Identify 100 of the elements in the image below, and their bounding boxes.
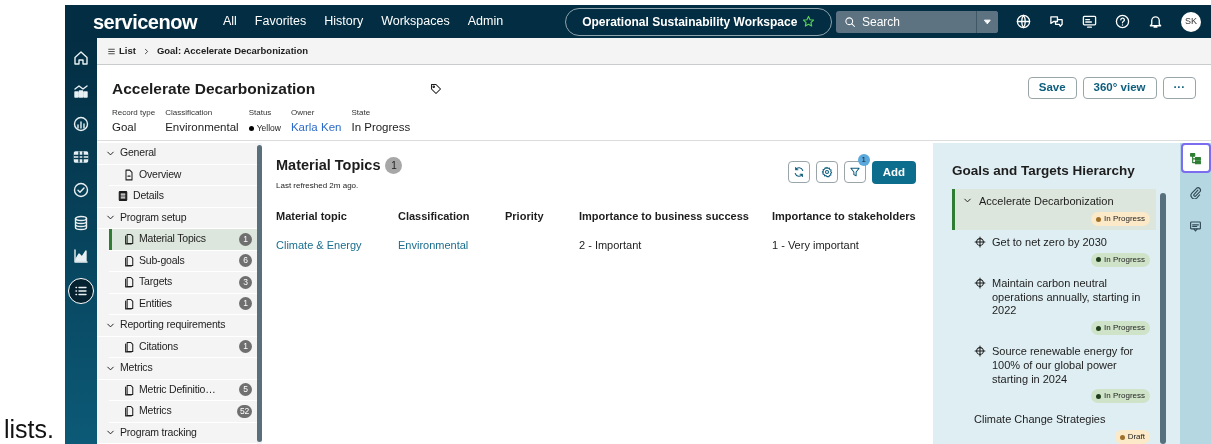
- tree-item[interactable]: Metric Definitio… 5: [109, 379, 257, 401]
- document-text: lists.: [3, 417, 54, 444]
- tree-item[interactable]: Metrics 52: [109, 401, 257, 423]
- tag-icon[interactable]: [430, 82, 443, 95]
- hierarchy-label: Maintain carbon neutral operations annually, starting in 2022: [992, 276, 1142, 318]
- count-badge: 5: [239, 383, 252, 397]
- status-badge: In Progress: [1091, 321, 1150, 335]
- hierarchy-icon: [1189, 151, 1202, 165]
- breadcrumb-link[interactable]: List: [107, 43, 136, 59]
- screen-icon[interactable]: [1082, 14, 1097, 29]
- search-bar[interactable]: Search: [836, 10, 998, 33]
- field-value: Environmental: [165, 120, 239, 136]
- hierarchy-item[interactable]: Get to net zero by 2030 In Progress: [952, 230, 1156, 271]
- count-badge: 1: [239, 340, 252, 354]
- table-cell: 2 - Important: [579, 232, 772, 259]
- hierarchy-label: Source renewable energy for 100% of our global power starting in 2024: [992, 345, 1135, 387]
- chat-icon[interactable]: [1049, 14, 1064, 29]
- status-badge: Draft: [1114, 430, 1150, 444]
- column-header: Importance to stakeholders: [772, 208, 916, 224]
- hierarchy-item[interactable]: Source renewable energy for 100% of our global power starting in 2024 In Progress: [952, 339, 1156, 408]
- rail-button[interactable]: [68, 278, 94, 304]
- home-icon: [73, 50, 89, 66]
- settings-button[interactable]: [815, 161, 838, 184]
- table-link[interactable]: Environmental: [398, 239, 469, 252]
- refresh-icon: [792, 166, 805, 179]
- dropdown-button[interactable]: [976, 10, 998, 33]
- check-circle-icon: [73, 182, 89, 198]
- side-panel-button[interactable]: [1182, 145, 1209, 171]
- hierarchy-item[interactable]: Accelerate Decarbonization In Progress: [952, 189, 1156, 230]
- tree-group[interactable]: Program tracking: [97, 422, 257, 444]
- hierarchy-label: Climate Change Strategies: [974, 413, 1106, 427]
- nav-link[interactable]: Admin: [467, 12, 504, 31]
- target-icon: [974, 236, 986, 248]
- refresh-button[interactable]: [787, 161, 810, 184]
- caret-icon: [982, 16, 993, 27]
- header-button[interactable]: ···: [1162, 77, 1196, 99]
- count-badge: 3: [239, 275, 252, 289]
- filter-button[interactable]: [843, 161, 866, 184]
- gauge-icon: [73, 116, 89, 132]
- count-badge: 1: [385, 157, 403, 175]
- search-input[interactable]: Search: [862, 10, 976, 33]
- nav-link[interactable]: History: [324, 12, 364, 31]
- pages-icon: [123, 383, 135, 396]
- column-header: Classification: [398, 203, 505, 233]
- tree-item[interactable]: Citations 1: [109, 336, 257, 358]
- table-cell-text: 1 - Very important: [772, 238, 860, 254]
- nav-link[interactable]: All: [222, 12, 237, 31]
- target-icon: [974, 276, 986, 289]
- brand-logo[interactable]: servicenow: [93, 6, 197, 37]
- add-button[interactable]: Add: [871, 160, 916, 184]
- count-badge: 1: [239, 297, 252, 311]
- header-button[interactable]: 360° view: [1082, 77, 1157, 99]
- field-label: Record type: [112, 107, 156, 120]
- tree-item[interactable]: Material Topics 1: [109, 229, 257, 251]
- help-icon[interactable]: [1115, 14, 1130, 29]
- document-icon: [117, 190, 129, 203]
- hierarchy-item[interactable]: Maintain carbon neutral operations annually, starting in 2022 In Progress: [952, 270, 1156, 339]
- tree-item[interactable]: Details: [97, 186, 257, 208]
- column-header: Material topic: [276, 203, 398, 233]
- field-value-link[interactable]: Karla Ken: [290, 119, 342, 137]
- tree-item[interactable]: Entities 1: [109, 293, 257, 315]
- hierarchy-item[interactable]: Climate Change Strategies Draft: [952, 407, 1156, 444]
- pages-icon: [123, 340, 135, 353]
- status-badge: In Progress: [1091, 212, 1150, 226]
- tree-item[interactable]: Overview: [109, 164, 257, 186]
- tree-item[interactable]: Sub-goals 6: [109, 250, 257, 272]
- refresh-note: Last refreshed 2m ago.: [276, 179, 360, 192]
- record-title: Accelerate Decarbonization: [112, 79, 316, 99]
- field-label: State: [351, 107, 372, 120]
- count-badge: 6: [239, 254, 252, 268]
- star-icon[interactable]: [802, 15, 816, 28]
- bar-chart-icon: [73, 83, 89, 99]
- tree-item[interactable]: Targets 3: [109, 272, 257, 294]
- status-badge: In Progress: [1091, 252, 1150, 267]
- filter-icon: [848, 166, 861, 179]
- database-icon: [73, 215, 89, 231]
- globe-icon[interactable]: [1016, 14, 1031, 29]
- pages-icon: [123, 254, 135, 267]
- table-link[interactable]: Climate & Energy: [276, 239, 362, 252]
- bell-icon[interactable]: [1148, 14, 1163, 29]
- field-value: Goal: [112, 120, 138, 136]
- comment-icon: [1189, 219, 1202, 233]
- field-label: Status: [248, 107, 273, 120]
- column-header: Importance to business success: [579, 203, 772, 233]
- pages-icon: [123, 297, 135, 310]
- tree-group[interactable]: General: [97, 143, 257, 165]
- nav-link[interactable]: Favorites: [254, 12, 307, 31]
- avatar[interactable]: SK: [1181, 11, 1201, 32]
- status-badge: In Progress: [1091, 389, 1150, 404]
- table-icon: [73, 149, 89, 165]
- count-badge: 52: [236, 404, 252, 418]
- breadcrumb-current: Goal: Accelerate Decarbonization: [156, 43, 309, 58]
- header-button[interactable]: Save: [1027, 77, 1077, 99]
- filter-count-badge: 1: [857, 154, 870, 167]
- target-icon: [974, 345, 986, 357]
- panel-title: Goals and Targets Hierarchy: [952, 162, 1136, 180]
- nav-link[interactable]: Workspaces: [381, 12, 450, 31]
- pages-icon: [123, 276, 135, 289]
- pages-icon: [123, 405, 135, 418]
- paperclip-icon: [1189, 185, 1202, 199]
